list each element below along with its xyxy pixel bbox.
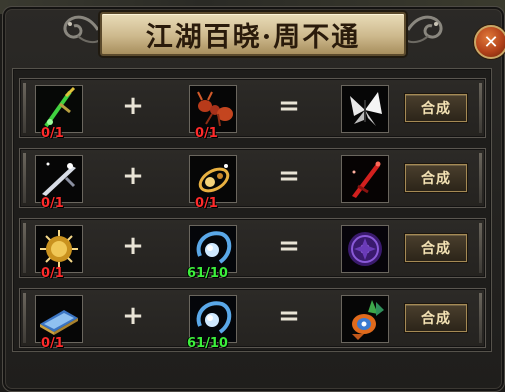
window-title: 江湖百晓·周不通 xyxy=(145,21,361,53)
dragon-ornament-left-icon xyxy=(63,15,101,44)
craft-button[interactable]: 合成 xyxy=(405,94,467,122)
craft-button[interactable]: 合成 xyxy=(405,164,467,192)
ingredient-count: 61/10 xyxy=(187,266,228,281)
craft-button[interactable]: 合成 xyxy=(405,304,467,332)
white-butterfly-icon xyxy=(342,86,388,132)
recipe-row: 0/1 + 61/10 = 合成 xyxy=(19,218,486,281)
close-button[interactable]: ✕ xyxy=(474,25,505,59)
purple-seal-icon xyxy=(342,226,388,272)
dragon-ornament-right-icon xyxy=(405,15,443,44)
equals-sign: = xyxy=(278,91,300,121)
plus-sign: + xyxy=(122,161,144,191)
ingredient-count: 0/1 xyxy=(41,126,64,141)
title-plate: 江湖百晓·周不通 xyxy=(100,12,406,56)
equals-sign: = xyxy=(278,301,300,331)
close-icon: ✕ xyxy=(483,31,499,53)
ingredient-count: 0/1 xyxy=(41,196,64,211)
equals-sign: = xyxy=(278,231,300,261)
plus-sign: + xyxy=(122,91,144,121)
recipe-row: 0/1 + 0/1 = 合成 xyxy=(19,78,486,141)
ingredient-count: 61/10 xyxy=(187,336,228,351)
recipe-row: 0/1 + 0/1 = 合成 xyxy=(19,148,486,211)
plus-sign: + xyxy=(122,301,144,331)
result-slot[interactable] xyxy=(341,85,389,133)
plus-sign: + xyxy=(122,231,144,261)
result-slot[interactable] xyxy=(341,225,389,273)
crimson-sword-icon xyxy=(342,156,388,202)
ingredient-count: 0/1 xyxy=(195,196,218,211)
result-slot[interactable] xyxy=(341,155,389,203)
result-slot[interactable] xyxy=(341,295,389,343)
feathered-mask-icon xyxy=(342,296,388,342)
equals-sign: = xyxy=(278,161,300,191)
ingredient-count: 0/1 xyxy=(41,336,64,351)
ingredient-count: 0/1 xyxy=(41,266,64,281)
craft-button[interactable]: 合成 xyxy=(405,234,467,262)
recipe-row: 0/1 + 61/10 = 合成 xyxy=(19,288,486,351)
ingredient-count: 0/1 xyxy=(195,126,218,141)
